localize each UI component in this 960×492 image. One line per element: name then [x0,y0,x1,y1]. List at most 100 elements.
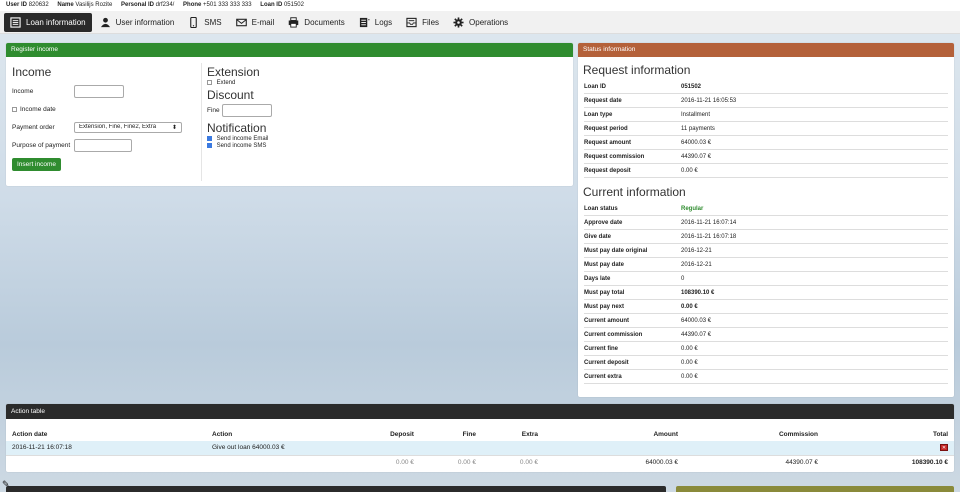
info-value: 0.00 € [681,303,698,310]
info-key: Request commission [584,153,645,160]
income-label: Income [12,87,34,95]
info-value: 2016-11-21 16:05:53 [681,97,737,104]
income-title: Income [12,65,52,79]
notification-title: Notification [207,121,267,136]
payment-order-value: Extension, Fine, Fine2, Extra [79,124,157,130]
tab-operations[interactable]: Operations [447,13,514,32]
gear-icon [453,16,464,28]
tab-documents[interactable]: Documents [282,13,350,32]
phone-label: Phone [183,2,202,8]
income-date-checkbox[interactable] [12,106,17,112]
total-total: 108390.10 € [911,458,948,466]
info-row: Must pay total 108390.10 € [584,286,948,300]
tab-label: SMS [204,17,222,27]
column-divider [201,63,202,181]
envelope-icon [235,18,247,26]
send-email-checkbox[interactable] [207,136,212,142]
info-key: Give date [584,233,612,240]
info-row: Current amount 64000.03 € [584,314,948,328]
tab-label: E-mail [251,17,275,27]
info-row: Request amount 64000.03 € [584,136,948,150]
action-table-panel: Action table Action date Action Deposit … [6,404,954,472]
info-key: Approve date [584,219,623,226]
table-row[interactable]: 2016-11-21 16:07:18 Give out loan 64000.… [6,441,954,455]
info-value: 2016-12-21 [681,247,712,254]
col-deposit: Deposit [390,430,414,438]
loan-id-value: 051502 [283,2,304,8]
info-row: Request date 2016-11-21 16:05:53 [584,94,948,108]
purpose-input[interactable] [74,138,132,152]
current-information-title: Current information [583,185,686,199]
discount-title: Discount [207,88,254,103]
info-row: Must pay date original 2016-12-21 [584,244,948,258]
fine-label: Fine [207,107,220,115]
info-value: Installment [681,111,711,118]
info-key: Request amount [584,139,632,146]
info-value: 2016-11-21 16:07:18 [681,233,737,240]
row-date: 2016-11-21 16:07:18 [6,441,206,455]
delete-icon[interactable]: ✕ [940,444,948,452]
insert-income-button[interactable]: Insert income [12,158,62,171]
tab-navigation: Loan information User information SMS E-… [0,11,960,34]
info-value: 2016-11-21 16:07:14 [681,219,737,226]
info-row: Current commission 44390.07 € [584,328,948,342]
tab-logs[interactable]: Logs [353,13,398,32]
total-amount: 64000.03 € [645,458,678,466]
current-information-list: Loan status Regular Approve date 2016-11-21… [578,202,954,384]
tab-files[interactable]: Files [400,13,445,32]
row-action: Give out loan 64000.03 € [206,441,346,455]
payment-order-select[interactable]: Extension, Fine, Fine2, Extra ⬍ [74,121,182,133]
info-key: Days late [584,275,611,282]
info-key: Current extra [584,373,622,380]
info-value: 0.00 € [681,345,698,352]
info-key: Loan status [584,205,618,212]
fine-input[interactable] [221,104,272,118]
info-row: Give date 2016-11-21 16:07:18 [584,230,948,244]
loan-id-label: Loan ID [260,2,283,8]
info-value: 0.00 € [681,373,698,380]
status-information-header: Status information [578,43,954,57]
col-commission: Commission [778,430,818,438]
income-input[interactable] [74,84,124,98]
extend-checkbox[interactable] [207,80,212,85]
request-information-list: Loan ID 051502 Request date 2016-11-21 16:0… [578,80,954,178]
totals-row: 0.00 € 0.00 € 0.00 € 64000.03 € 44390.07… [6,455,954,469]
purpose-label: Purpose of payment [12,141,71,149]
send-email-label: Send income Email [216,136,269,143]
col-action: Action [212,430,233,438]
info-row: Must pay date 2016-12-21 [584,258,948,272]
info-value: 11 payments [681,125,715,132]
info-key: Loan type [584,111,613,118]
info-row: Loan type Installment [584,108,948,122]
col-total: Total [932,430,948,438]
info-value: 64000.03 € [681,317,712,324]
personal-id-value: drf234/ [155,2,175,8]
send-sms-label: Send income SMS [216,143,267,150]
info-row: Current extra 0.00 € [584,370,948,384]
tab-label: Operations [469,17,509,27]
info-row: Current deposit 0.00 € [584,356,948,370]
send-sms-checkbox[interactable] [207,143,212,149]
info-row: Request period 11 payments [584,122,948,136]
name-label: Name [57,2,74,8]
payment-order-label: Payment order [12,123,55,131]
info-key: Request date [584,97,622,104]
info-value: 051502 [681,83,702,90]
info-key: Must pay total [584,289,625,296]
status-information-panel: Status information Request information L… [578,43,954,397]
total-deposit: 0.00 € [395,458,414,466]
income-date-label: Income date [20,105,56,113]
user-id-value: 820632 [28,2,49,8]
info-value: 0.00 € [681,167,698,174]
info-value: 0.00 € [681,359,698,366]
tab-email[interactable]: E-mail [230,13,281,32]
info-key: Must pay date original [584,247,648,254]
register-income-header: Register income [6,43,573,57]
tab-loan-information[interactable]: Loan information [4,12,92,32]
request-information-title: Request information [583,63,691,77]
pencil-icon[interactable]: ✎ [2,479,10,490]
tab-user-information[interactable]: User information [94,13,181,32]
col-extra: Extra [521,430,538,438]
tab-sms[interactable]: SMS [182,13,227,32]
extension-title: Extension [207,65,260,79]
